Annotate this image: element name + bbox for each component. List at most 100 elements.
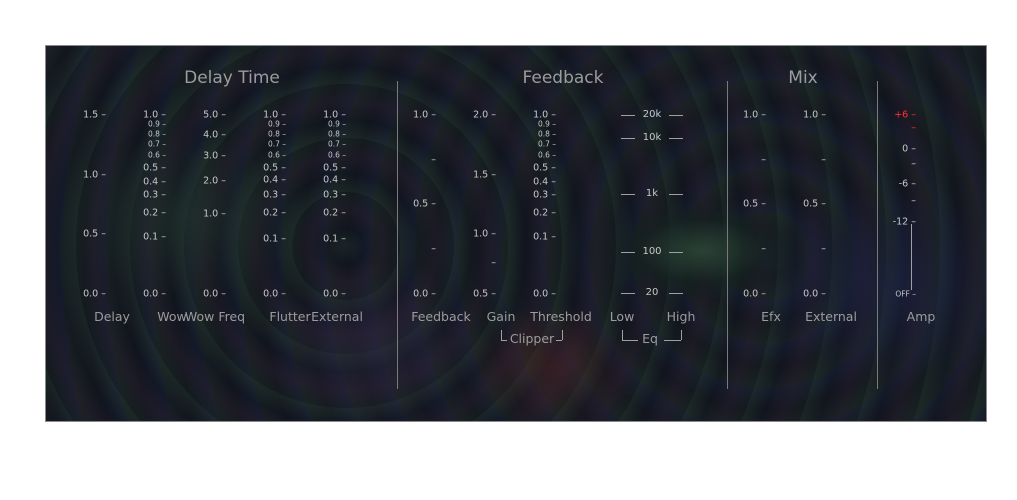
wow-freq-scale-tick: 2.0 – [203,175,226,187]
external-delay-scale-tick: 0.7 – [327,139,346,149]
amp-label: Amp [906,309,936,324]
external-delay-scale-tick: 0.9 – [327,119,346,129]
wow-label: Wow [157,309,187,324]
wow-scale-tick: 0.2 – [143,207,166,219]
feedback-scale-tick: – [431,154,436,166]
wow-freq-scale-tick: 1.0 – [203,208,226,220]
eq-tick-mark [669,115,683,116]
external-delay-scale-tick: 0.2 – [323,207,346,219]
flutter-scale-tick: 0.6 – [267,150,286,160]
clipper-group-label: Clipper [509,331,555,346]
external-delay-scale-tick: 0.6 – [327,150,346,160]
eq-bracket-left [622,340,638,341]
external-mix-scale-tick: 0.0 – [803,288,826,300]
flutter-label: Flutter [269,309,311,324]
wow-scale-tick: 0.4 – [143,176,166,188]
delay-scale-tick: 0.0 – [83,288,106,300]
external-mix-scale-tick: – [821,243,826,255]
feedback-scale-tick: 0.5 – [413,198,436,210]
eq-tick-mark [621,115,635,116]
eq-tick-mark [621,138,635,139]
external-delay-scale-tick: 0.5 – [323,162,346,174]
amp-scale-tick: +6 – [894,109,916,121]
section-title-delay-time: Delay Time [184,68,280,88]
wow-scale-tick: 0.1 – [143,231,166,243]
wow-scale-tick: 0.0 – [143,288,166,300]
flutter-scale-tick: 0.7 – [267,139,286,149]
wow-freq-scale-tick: 3.0 – [203,150,226,162]
efx-label: Efx [761,309,781,324]
external-delay-scale-tick: 0.3 – [323,189,346,201]
efx-scale-tick: – [761,154,766,166]
feedback-scale-tick: 0.0 – [413,288,436,300]
efx-scale-tick: – [761,243,766,255]
wow-scale-tick: 0.6 – [147,150,166,160]
section-divider [397,81,398,389]
eq-bracket-right [681,330,682,340]
wow-scale-tick: 0.8 – [147,129,166,139]
threshold-scale-tick: 0.5 – [533,162,556,174]
eq-high-label[interactable]: High [667,309,696,324]
amp-scale-tick: -6 – [898,178,916,190]
eq-low-label[interactable]: Low [610,309,635,324]
threshold-label: Threshold [530,309,592,324]
external-mix-scale-tick: – [821,154,826,166]
eq-tick-mark [621,252,635,253]
gain-scale-tick: – [491,257,496,269]
delay-scale-tick: 0.5 – [83,228,106,240]
wow-scale-tick: 0.3 – [143,189,166,201]
eq-scale-tick: 20 [621,287,683,299]
eq-scale-tick: 100 [621,246,683,258]
threshold-scale-tick: 0.7 – [537,139,556,149]
eq-tick-label: 100 [642,246,662,257]
external-delay-scale-tick: 0.1 – [323,233,346,245]
gain-scale-tick: 1.0 – [473,228,496,240]
amp-scale-tick: -12 – [892,216,916,228]
eq-tick-label: 20 [645,287,659,298]
wow-freq-scale-tick: 0.0 – [203,288,226,300]
wow-freq-label: Wow Freq [184,309,246,324]
eq-tick-mark [669,138,683,139]
eq-bracket-left [622,330,623,340]
feedback-scale-tick: 1.0 – [413,109,436,121]
feedback-label: Feedback [411,309,471,324]
eq-tick-mark [669,194,683,195]
external-mix-scale-tick: 1.0 – [803,109,826,121]
tape-delay-panel: Delay Time Feedback Mix 1.5 –1.0 –0.5 –0… [45,45,987,422]
efx-scale-tick: 1.0 – [743,109,766,121]
delay-label: Delay [94,309,130,324]
threshold-scale-tick: 0.3 – [533,189,556,201]
wow-freq-scale-tick: 4.0 – [203,129,226,141]
wow-scale-tick: 0.7 – [147,139,166,149]
threshold-scale-tick: 0.6 – [537,150,556,160]
eq-tick-label: 20k [642,109,662,120]
clipper-bracket-right [562,330,563,340]
threshold-scale-tick: 0.4 – [533,176,556,188]
eq-bracket-right [664,340,681,341]
delay-scale-tick: 1.0 – [83,169,106,181]
threshold-scale-tick: 0.8 – [537,129,556,139]
clipper-bracket-right [556,340,562,341]
section-title-mix: Mix [788,68,818,88]
threshold-scale-tick: 0.9 – [537,119,556,129]
eq-tick-label: 1k [645,188,659,199]
amp-scale-tick: OFF – [895,289,916,299]
threshold-scale-tick: 0.1 – [533,231,556,243]
flutter-scale-tick: 0.2 – [263,207,286,219]
amp-scale-tick: – [911,195,916,207]
external-mix-scale-tick: 0.5 – [803,198,826,210]
threshold-scale-tick: 0.2 – [533,207,556,219]
efx-scale-tick: 0.0 – [743,288,766,300]
flutter-scale-tick: 0.3 – [263,189,286,201]
external-delay-scale-tick: 0.0 – [323,288,346,300]
wow-freq-scale-tick: 5.0 – [203,109,226,121]
eq-scale-tick: 10k [621,132,683,144]
gain-scale-tick: 0.5 – [473,288,496,300]
flutter-scale-tick: 0.8 – [267,129,286,139]
section-title-feedback: Feedback [522,68,604,88]
amp-level-indicator[interactable] [911,224,912,290]
external-delay-label: External [311,309,363,324]
flutter-scale-tick: 0.9 – [267,119,286,129]
clipper-bracket-left [501,340,507,341]
eq-group-label: Eq [642,331,658,346]
